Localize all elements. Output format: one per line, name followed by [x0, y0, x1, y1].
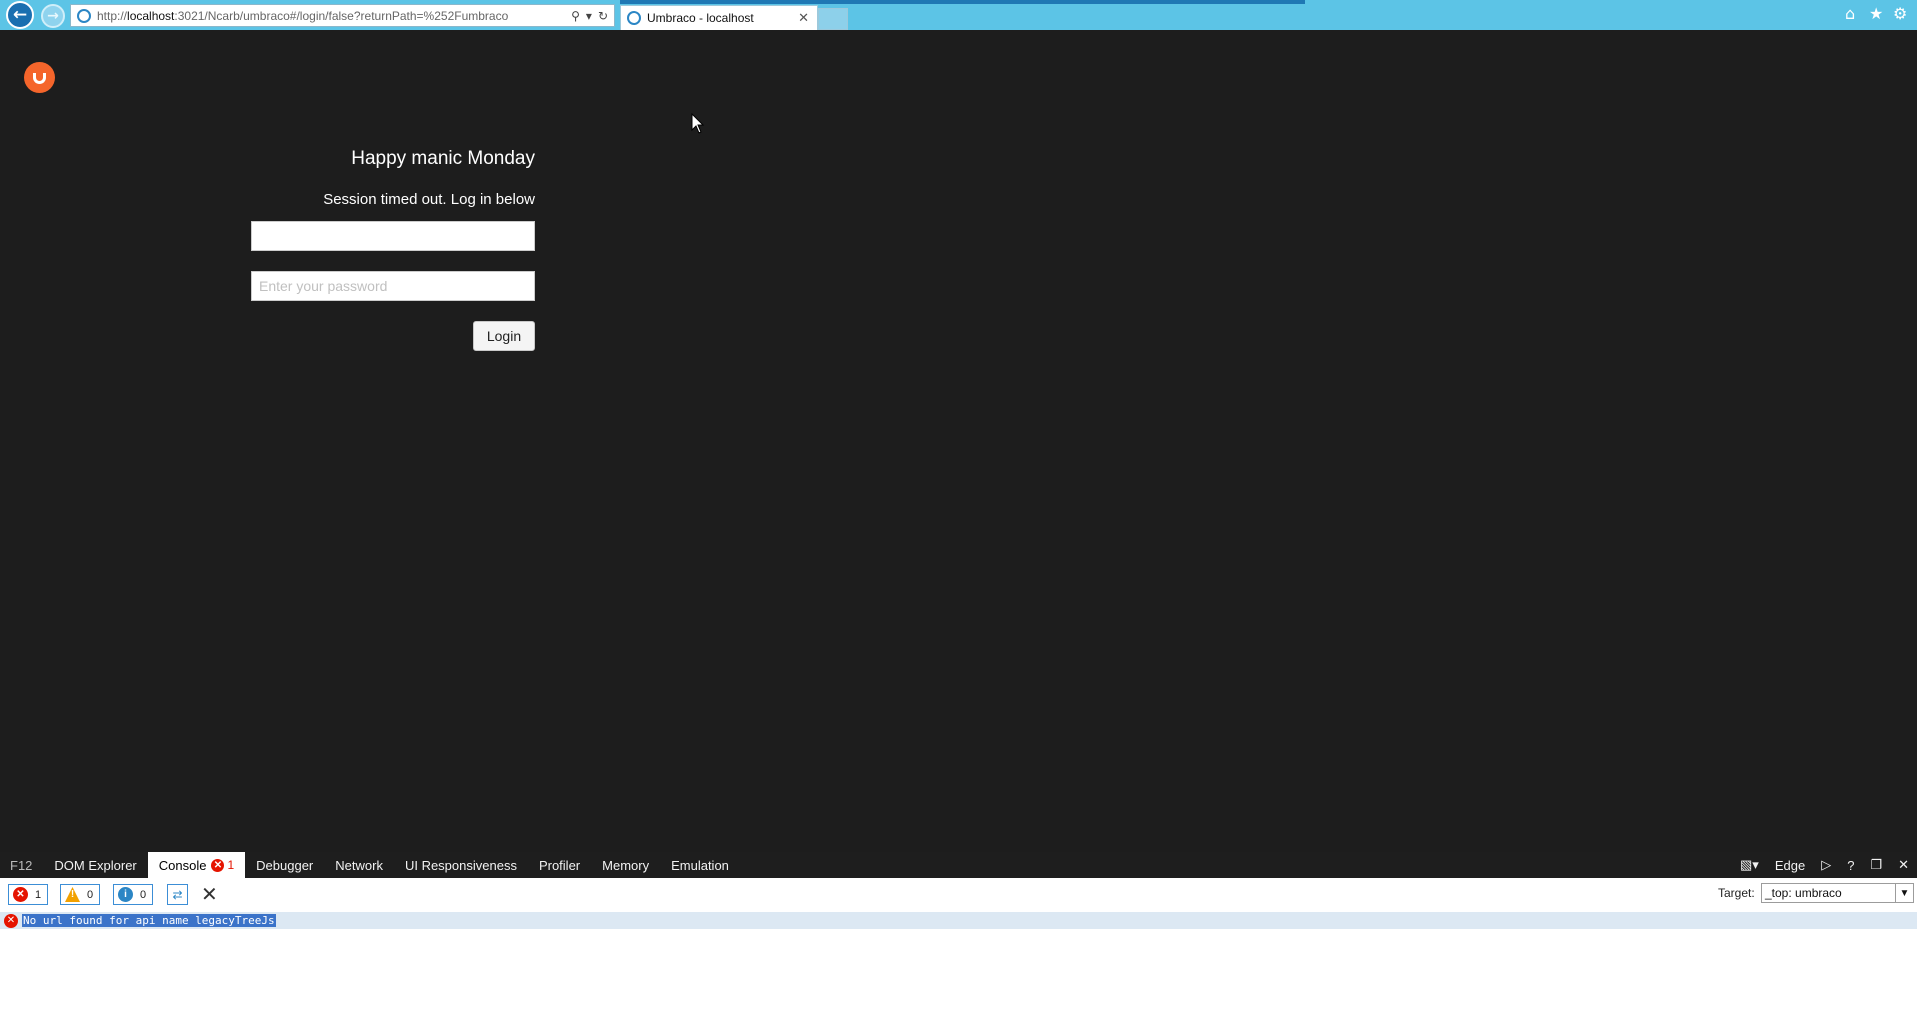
password-input[interactable] [251, 271, 535, 301]
address-url[interactable]: http://localhost:3021/Ncarb/umbraco#/log… [97, 9, 571, 23]
errors-filter-button[interactable]: ✕ 1 [8, 884, 49, 905]
tab-f12: F12 [10, 857, 33, 873]
console-message-text[interactable]: No url found for api name legacyTreeJs [22, 914, 276, 927]
info-count: 0 [140, 888, 147, 901]
help-icon[interactable]: ? [1847, 858, 1854, 873]
tab-title: Umbraco - localhost [647, 11, 754, 25]
tab-network[interactable]: Network [324, 852, 394, 878]
session-message: Session timed out. Log in below [323, 191, 535, 208]
warnings-count: 0 [87, 888, 94, 901]
clear-console-icon[interactable]: ✕ [201, 882, 218, 907]
error-icon: ✕ [4, 913, 18, 928]
warnings-filter-button[interactable]: ! 0 [60, 884, 101, 905]
devtools-tabs: F12 DOM Explorer Console ✕ 1 Debugger Ne… [0, 852, 1917, 878]
back-button[interactable]: ← [6, 1, 34, 29]
info-icon: i [118, 887, 133, 902]
umbraco-logo [24, 62, 55, 93]
ie-tab-icon [627, 11, 641, 25]
warning-icon: ! [65, 887, 80, 902]
console-toolbar: ✕ 1 ! 0 i 0 ⇄ ✕ Target: _top: umbraco ▼ [0, 878, 1917, 908]
ie-page-icon [77, 8, 91, 23]
error-icon: ✕ [13, 887, 28, 902]
console-message[interactable]: ✕ No url found for api name legacyTreeJs [0, 912, 1917, 929]
greeting-heading: Happy manic Monday [351, 148, 535, 169]
browser-profile-icon[interactable]: ▧▾ [1740, 857, 1759, 873]
back-arrow-icon: ← [12, 5, 28, 25]
address-bar[interactable]: http://localhost:3021/Ncarb/umbraco#/log… [70, 4, 615, 27]
forward-button[interactable]: → [41, 4, 65, 28]
browser-chrome: ← → http://localhost:3021/Ncarb/umbraco#… [0, 0, 1917, 30]
search-icon[interactable]: ⚲ [571, 9, 580, 23]
tab-profiler[interactable]: Profiler [528, 852, 591, 878]
console-toggle-icon[interactable]: ▷ [1821, 857, 1831, 873]
info-filter-button[interactable]: i 0 [113, 884, 154, 905]
tab-console-label: Console [158, 857, 207, 873]
network-icon: ⇄ [172, 887, 183, 902]
errors-count: 1 [35, 888, 42, 901]
tab-ui-responsiveness[interactable]: UI Responsiveness [394, 852, 528, 878]
favorites-star-icon[interactable]: ★ [1869, 4, 1883, 23]
undock-icon[interactable]: ❐ [1870, 857, 1882, 873]
tab-debugger[interactable]: Debugger [245, 852, 324, 878]
chevron-down-icon[interactable]: ▼ [1895, 884, 1913, 902]
mouse-cursor-icon [691, 113, 705, 134]
tab-console-error-count: 1 [227, 858, 235, 872]
document-mode[interactable]: Edge [1775, 858, 1805, 873]
gear-icon[interactable]: ⚙ [1893, 4, 1907, 23]
home-icon[interactable]: ⌂ [1845, 4, 1855, 23]
close-icon[interactable]: ✕ [1898, 857, 1909, 873]
page-viewport: Happy manic Monday Session timed out. Lo… [0, 30, 1917, 852]
dropdown-arrow-icon[interactable]: ▾ [586, 9, 592, 23]
tab-strip-accent [620, 0, 1305, 4]
target-value: _top: umbraco [1765, 886, 1842, 900]
target-select[interactable]: _top: umbraco ▼ [1761, 883, 1914, 903]
network-filter-button[interactable]: ⇄ [167, 884, 188, 905]
forward-arrow-icon: → [47, 8, 59, 24]
target-label: Target: [1718, 886, 1755, 900]
tab-console[interactable]: Console ✕ 1 [147, 852, 246, 878]
username-input[interactable] [251, 221, 535, 251]
devtools-panel: F12 DOM Explorer Console ✕ 1 Debugger Ne… [0, 852, 1917, 1017]
tab-memory[interactable]: Memory [591, 852, 660, 878]
browser-tab[interactable]: Umbraco - localhost ✕ [620, 5, 818, 30]
new-tab-button[interactable] [818, 8, 848, 30]
refresh-icon[interactable]: ↻ [598, 9, 608, 23]
tab-dom-explorer[interactable]: DOM Explorer [43, 852, 147, 878]
close-tab-icon[interactable]: ✕ [798, 11, 817, 26]
error-icon: ✕ [211, 858, 225, 872]
login-button[interactable]: Login [473, 321, 535, 351]
tab-emulation[interactable]: Emulation [660, 852, 740, 878]
